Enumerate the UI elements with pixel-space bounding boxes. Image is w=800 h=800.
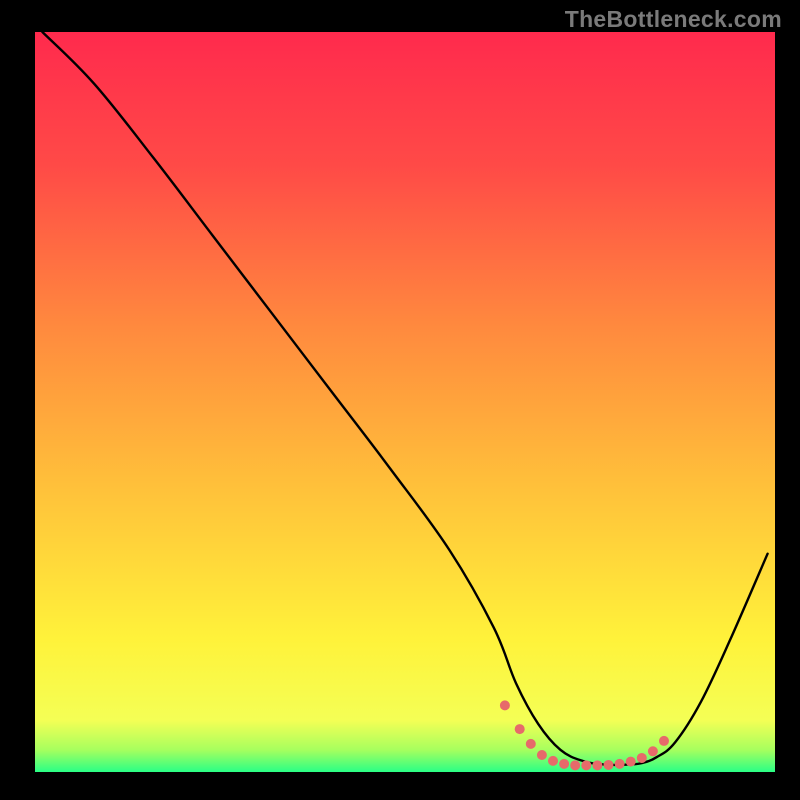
valley-marker bbox=[537, 750, 547, 760]
valley-marker bbox=[548, 756, 558, 766]
chart-svg bbox=[35, 32, 775, 772]
gradient-background bbox=[35, 32, 775, 772]
valley-marker bbox=[626, 757, 636, 767]
valley-marker bbox=[581, 760, 591, 770]
valley-marker bbox=[604, 760, 614, 770]
chart-plot-area bbox=[35, 32, 775, 772]
valley-marker bbox=[526, 739, 536, 749]
valley-marker bbox=[648, 746, 658, 756]
valley-marker bbox=[637, 753, 647, 763]
valley-marker bbox=[500, 700, 510, 710]
valley-marker bbox=[559, 759, 569, 769]
valley-marker bbox=[570, 760, 580, 770]
valley-marker bbox=[659, 736, 669, 746]
valley-marker bbox=[515, 724, 525, 734]
valley-marker bbox=[615, 759, 625, 769]
watermark-text: TheBottleneck.com bbox=[565, 6, 782, 33]
valley-marker bbox=[592, 760, 602, 770]
